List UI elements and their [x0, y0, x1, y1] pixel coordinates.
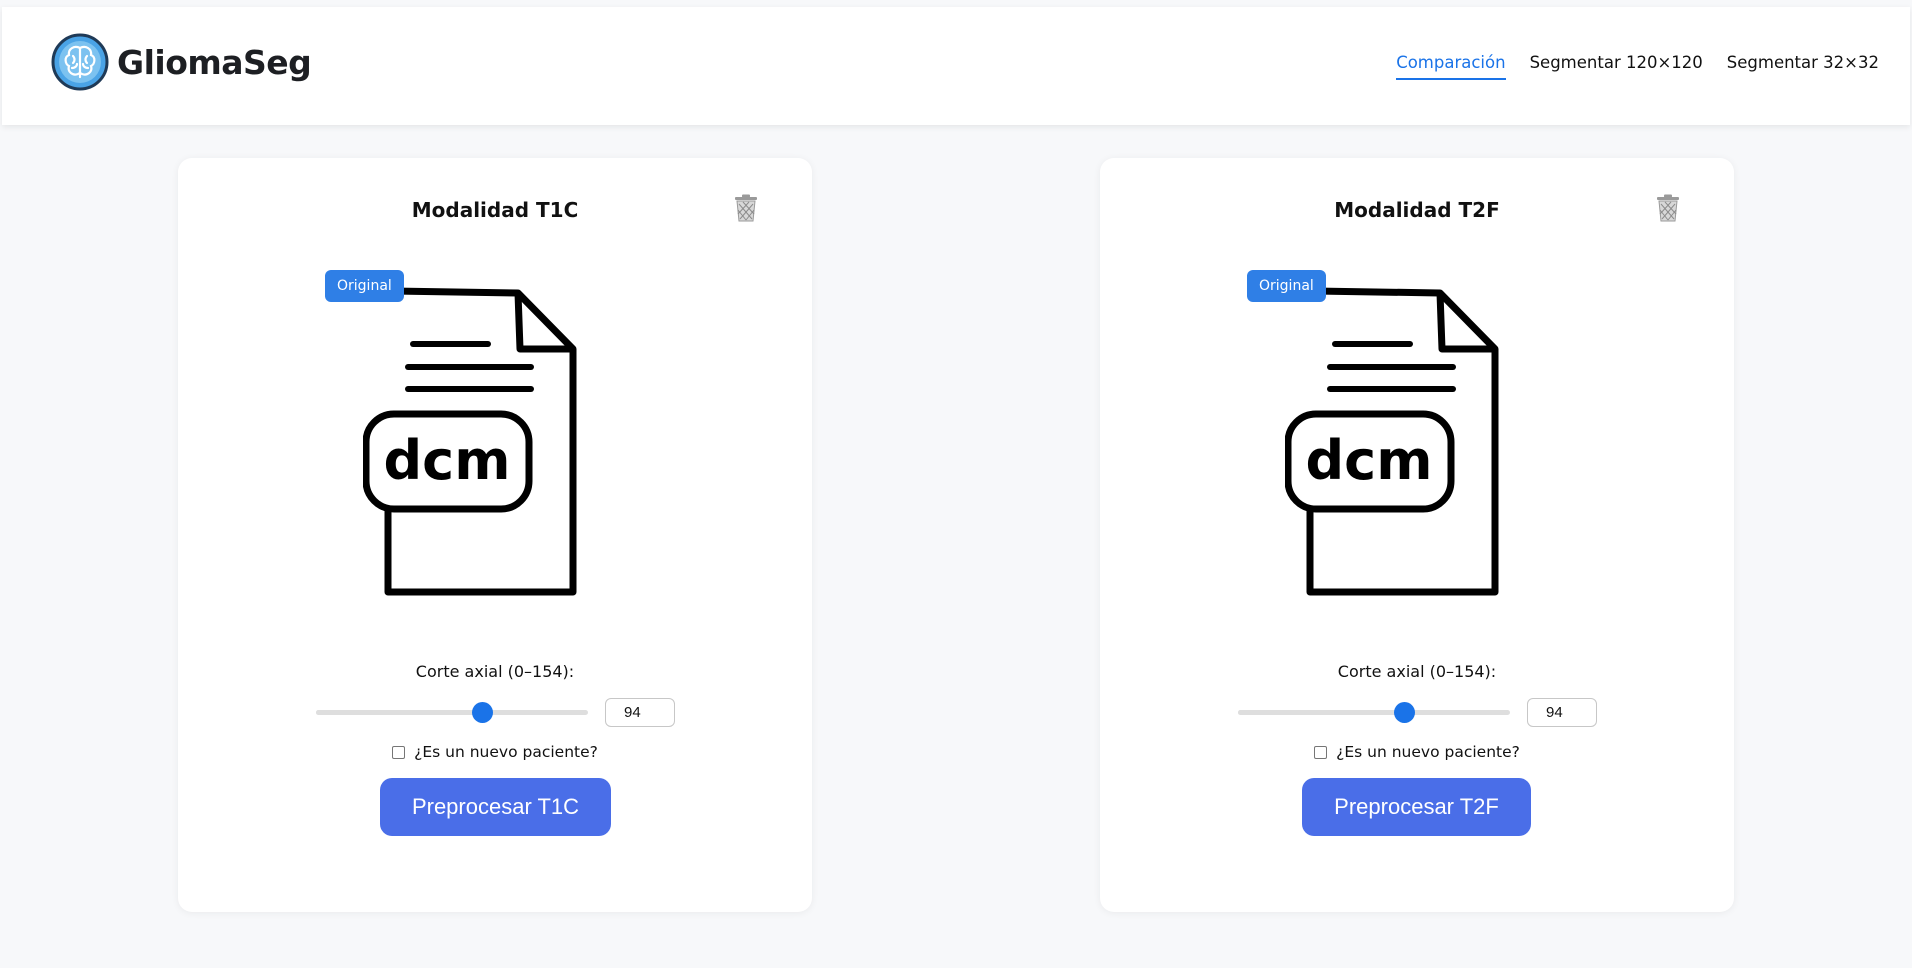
new-patient-row: ¿Es un nuevo paciente?	[1100, 740, 1734, 764]
slice-number-input[interactable]	[1527, 698, 1597, 727]
brand-logo[interactable]: GliomaSeg	[51, 33, 312, 91]
dcm-file-icon: dcm	[1285, 287, 1499, 596]
modality-card-t2f: Modalidad T2F Original dcm Corte axial (…	[1100, 158, 1734, 912]
new-patient-checkbox[interactable]	[1314, 745, 1328, 759]
original-badge: Original	[1247, 270, 1326, 302]
slider-fill	[316, 710, 483, 715]
preprocess-t2f-button[interactable]: Preprocesar T2F	[1302, 778, 1531, 836]
file-type-label: dcm	[384, 429, 511, 492]
slider-fill	[1238, 710, 1405, 715]
slice-number-input[interactable]	[605, 698, 675, 727]
trash-icon[interactable]	[1655, 194, 1681, 222]
card-title: Modalidad T1C	[411, 198, 579, 222]
nav-segmentar-120[interactable]: Segmentar 120×120	[1530, 53, 1703, 80]
slice-slider[interactable]	[316, 701, 588, 725]
nav-segmentar-32[interactable]: Segmentar 32×32	[1727, 53, 1879, 80]
slider-label: Corte axial (0–154):	[1337, 662, 1497, 681]
file-type-label: dcm	[1306, 429, 1433, 492]
slider-thumb[interactable]	[472, 702, 494, 723]
app-header: GliomaSeg Comparación Segmentar 120×120 …	[2, 7, 1910, 125]
dcm-file-icon: dcm	[363, 287, 577, 596]
new-patient-label[interactable]: ¿Es un nuevo paciente?	[414, 743, 598, 761]
brand-name: GliomaSeg	[117, 42, 312, 82]
slider-thumb[interactable]	[1394, 702, 1416, 723]
modality-card-t1c: Modalidad T1C Original dcm Corte axial (…	[178, 158, 812, 912]
original-badge: Original	[325, 270, 404, 302]
brain-icon	[51, 33, 109, 91]
main-nav: Comparación Segmentar 120×120 Segmentar …	[1372, 53, 1879, 80]
trash-icon[interactable]	[733, 194, 759, 222]
slice-slider[interactable]	[1238, 701, 1510, 725]
nav-comparacion[interactable]: Comparación	[1396, 53, 1506, 80]
preprocess-t1c-button[interactable]: Preprocesar T1C	[380, 778, 611, 836]
new-patient-label[interactable]: ¿Es un nuevo paciente?	[1336, 743, 1520, 761]
new-patient-checkbox[interactable]	[392, 745, 406, 759]
card-title: Modalidad T2F	[1334, 198, 1500, 222]
slider-label: Corte axial (0–154):	[415, 662, 575, 681]
new-patient-row: ¿Es un nuevo paciente?	[178, 740, 812, 764]
